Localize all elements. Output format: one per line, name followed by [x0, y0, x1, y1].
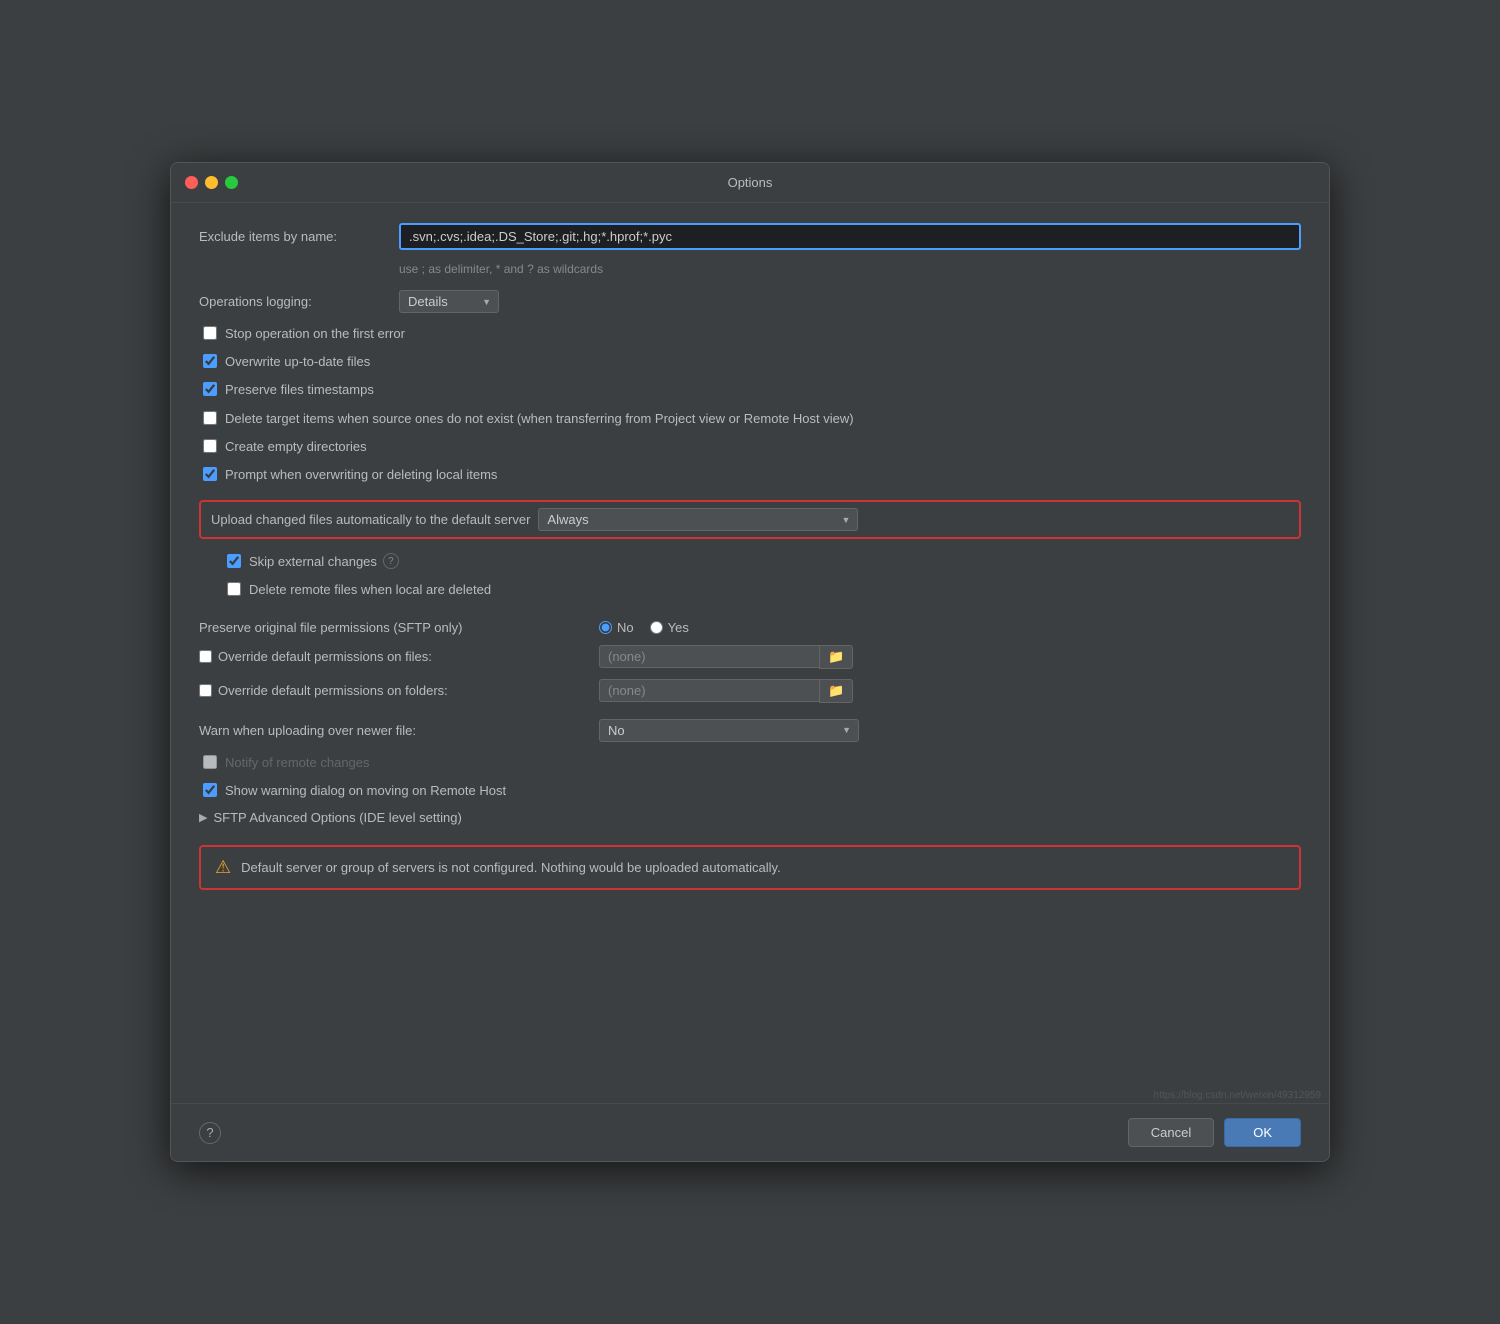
override-files-label: Override default permissions on files:: [218, 649, 432, 664]
operations-logging-label: Operations logging:: [199, 294, 399, 309]
override-files-input[interactable]: [599, 645, 819, 668]
warning-banner: ⚠ Default server or group of servers is …: [199, 845, 1301, 890]
delete-target-row: Delete target items when source ones do …: [199, 410, 1301, 428]
stop-on-error-label: Stop operation on the first error: [225, 325, 405, 343]
maximize-button[interactable]: [225, 176, 238, 189]
dialog-title: Options: [728, 175, 773, 190]
override-folders-folder-button[interactable]: 📁: [819, 679, 853, 703]
stop-on-error-row: Stop operation on the first error: [199, 325, 1301, 343]
override-folders-label: Override default permissions on folders:: [218, 683, 448, 698]
skip-external-label: Skip external changes: [249, 553, 377, 571]
stop-on-error-checkbox[interactable]: [203, 326, 217, 340]
ok-button[interactable]: OK: [1224, 1118, 1301, 1147]
warning-icon: ⚠: [215, 857, 231, 878]
delete-remote-label: Delete remote files when local are delet…: [249, 581, 491, 599]
show-warning-dialog-checkbox[interactable]: [203, 783, 217, 797]
override-files-label-group: Override default permissions on files:: [199, 649, 599, 664]
create-empty-dirs-label: Create empty directories: [225, 438, 367, 456]
override-files-row: Override default permissions on files: 📁: [199, 645, 1301, 669]
help-button[interactable]: ?: [199, 1122, 221, 1144]
sftp-chevron-icon: ▶: [199, 811, 207, 824]
override-files-folder-button[interactable]: 📁: [819, 645, 853, 669]
override-files-checkbox[interactable]: [199, 650, 212, 663]
warning-text: Default server or group of servers is no…: [241, 860, 781, 875]
preserve-permissions-no-radio[interactable]: [599, 621, 612, 634]
delete-remote-row: Delete remote files when local are delet…: [223, 581, 1301, 599]
override-folders-row: Override default permissions on folders:…: [199, 679, 1301, 703]
skip-external-section: Skip external changes ? Delete remote fi…: [199, 553, 1301, 609]
overwrite-uptodate-row: Overwrite up-to-date files: [199, 353, 1301, 371]
dialog-content: Exclude items by name: use ; as delimite…: [171, 203, 1329, 1090]
cancel-button[interactable]: Cancel: [1128, 1118, 1214, 1147]
close-button[interactable]: [185, 176, 198, 189]
upload-always-select[interactable]: Always Never On explicit save action: [538, 508, 858, 531]
preserve-permissions-radio-group: No Yes: [599, 620, 689, 635]
options-dialog: Options Exclude items by name: use ; as …: [170, 162, 1330, 1162]
prompt-overwriting-row: Prompt when overwriting or deleting loca…: [199, 466, 1301, 484]
exclude-row: Exclude items by name:: [199, 223, 1301, 250]
skip-external-row: Skip external changes ?: [223, 553, 1301, 571]
exclude-hint: use ; as delimiter, * and ? as wildcards: [399, 262, 1301, 276]
upload-changed-row: Upload changed files automatically to th…: [199, 500, 1301, 539]
title-bar: Options: [171, 163, 1329, 203]
operations-logging-row: Operations logging: Details Info None: [199, 290, 1301, 313]
minimize-button[interactable]: [205, 176, 218, 189]
warn-select-wrapper: No Yes: [599, 719, 859, 742]
delete-remote-checkbox[interactable]: [227, 582, 241, 596]
show-warning-dialog-row: Show warning dialog on moving on Remote …: [199, 782, 1301, 800]
create-empty-dirs-row: Create empty directories: [199, 438, 1301, 456]
operations-logging-select-wrapper: Details Info None: [399, 290, 499, 313]
prompt-overwriting-label: Prompt when overwriting or deleting loca…: [225, 466, 497, 484]
footer-left: ?: [199, 1122, 221, 1144]
exclude-label: Exclude items by name:: [199, 229, 399, 244]
warn-uploading-label: Warn when uploading over newer file:: [199, 723, 599, 738]
warn-uploading-select[interactable]: No Yes: [599, 719, 859, 742]
delete-target-label: Delete target items when source ones do …: [225, 410, 854, 428]
preserve-timestamps-row: Preserve files timestamps: [199, 381, 1301, 399]
delete-target-checkbox[interactable]: [203, 411, 217, 425]
show-warning-dialog-label: Show warning dialog on moving on Remote …: [225, 782, 506, 800]
sftp-advanced-row[interactable]: ▶ SFTP Advanced Options (IDE level setti…: [199, 810, 1301, 825]
skip-external-help-icon[interactable]: ?: [383, 553, 399, 569]
notify-remote-row: Notify of remote changes: [199, 754, 1301, 772]
prompt-overwriting-checkbox[interactable]: [203, 467, 217, 481]
dialog-footer: ? Cancel OK: [171, 1103, 1329, 1161]
overwrite-uptodate-label: Overwrite up-to-date files: [225, 353, 370, 371]
preserve-permissions-no-option[interactable]: No: [599, 620, 634, 635]
warn-uploading-row: Warn when uploading over newer file: No …: [199, 719, 1301, 742]
preserve-permissions-yes-label: Yes: [668, 620, 689, 635]
preserve-permissions-yes-radio[interactable]: [650, 621, 663, 634]
preserve-permissions-no-label: No: [617, 620, 634, 635]
override-folders-input[interactable]: [599, 679, 819, 702]
upload-changed-label: Upload changed files automatically: [211, 512, 416, 527]
overwrite-uptodate-checkbox[interactable]: [203, 354, 217, 368]
preserve-timestamps-checkbox[interactable]: [203, 382, 217, 396]
upload-always-select-wrapper: Always Never On explicit save action: [538, 508, 858, 531]
override-folders-label-group: Override default permissions on folders:: [199, 683, 599, 698]
upload-changed-suffix: to the default server: [416, 512, 531, 527]
preserve-permissions-row: Preserve original file permissions (SFTP…: [199, 620, 1301, 635]
preserve-permissions-yes-option[interactable]: Yes: [650, 620, 689, 635]
exclude-input[interactable]: [399, 223, 1301, 250]
operations-logging-select[interactable]: Details Info None: [399, 290, 499, 313]
preserve-timestamps-label: Preserve files timestamps: [225, 381, 374, 399]
override-files-field-group: 📁: [599, 645, 853, 669]
footer-right: Cancel OK: [1128, 1118, 1301, 1147]
override-folders-field-group: 📁: [599, 679, 853, 703]
notify-remote-label: Notify of remote changes: [225, 754, 370, 772]
window-controls: [185, 176, 238, 189]
sftp-advanced-label: SFTP Advanced Options (IDE level setting…: [213, 810, 461, 825]
create-empty-dirs-checkbox[interactable]: [203, 439, 217, 453]
skip-external-checkbox[interactable]: [227, 554, 241, 568]
preserve-permissions-label: Preserve original file permissions (SFTP…: [199, 620, 599, 635]
notify-remote-checkbox[interactable]: [203, 755, 217, 769]
url-watermark: https://blog.csdn.net/weixin/49312959: [171, 1090, 1329, 1103]
override-folders-checkbox[interactable]: [199, 684, 212, 697]
